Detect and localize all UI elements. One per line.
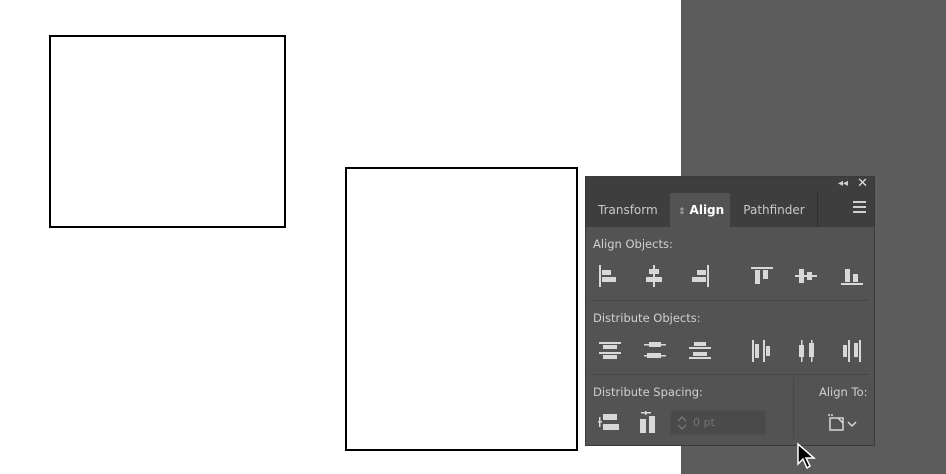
distribute-top-edges-icon[interactable] xyxy=(598,339,622,363)
distribute-horizontal-centers-icon[interactable] xyxy=(795,339,819,363)
spacing-value-field[interactable] xyxy=(670,410,766,435)
align-top-edges-icon[interactable] xyxy=(750,264,774,288)
tab-align[interactable]: ⇕ Align xyxy=(670,193,730,227)
distribute-objects-label: Distribute Objects: xyxy=(593,311,701,325)
close-panel-icon[interactable]: ✕ xyxy=(857,176,868,191)
align-vertical-centers-icon[interactable] xyxy=(794,264,818,288)
align-panel: ◂◂ ✕ Transform ⇕ Align Pathfinder Align O… xyxy=(585,176,875,446)
distribute-vertical-centers-icon[interactable] xyxy=(643,339,667,363)
distribute-left-edges-icon[interactable] xyxy=(750,339,774,363)
panel-titlebar: ◂◂ ✕ xyxy=(586,176,874,193)
tab-transform[interactable]: Transform xyxy=(598,193,658,227)
section-divider-vertical xyxy=(793,377,794,439)
tab-pathfinder[interactable]: Pathfinder xyxy=(731,193,818,227)
stepper-arrows-icon[interactable] xyxy=(677,414,687,432)
align-to-label: Align To: xyxy=(819,385,868,399)
align-bottom-edges-icon[interactable] xyxy=(840,264,864,288)
vertical-distribute-space-icon[interactable] xyxy=(597,411,621,435)
mouse-cursor-icon xyxy=(797,442,816,470)
panel-menu-icon[interactable] xyxy=(853,201,866,215)
align-to-selection-icon[interactable] xyxy=(826,411,862,435)
horizontal-distribute-space-icon[interactable] xyxy=(637,411,661,435)
tab-align-label: Align xyxy=(689,203,725,217)
distribute-right-edges-icon[interactable] xyxy=(840,339,864,363)
panel-tabs: Transform ⇕ Align Pathfinder xyxy=(586,193,874,227)
distribute-bottom-edges-icon[interactable] xyxy=(688,339,712,363)
align-horizontal-centers-icon[interactable] xyxy=(642,264,666,288)
section-divider xyxy=(591,300,869,301)
align-left-edges-icon[interactable] xyxy=(596,264,620,288)
rectangle-2[interactable] xyxy=(345,167,578,451)
align-objects-label: Align Objects: xyxy=(593,237,673,251)
distribute-spacing-label: Distribute Spacing: xyxy=(593,385,703,399)
section-divider xyxy=(591,374,869,375)
rectangle-1[interactable] xyxy=(49,35,286,228)
spacing-value-input[interactable] xyxy=(693,414,761,431)
collapse-panel-icon[interactable]: ◂◂ xyxy=(838,178,848,189)
tab-options-icon: ⇕ xyxy=(678,207,686,217)
align-right-edges-icon[interactable] xyxy=(688,264,712,288)
